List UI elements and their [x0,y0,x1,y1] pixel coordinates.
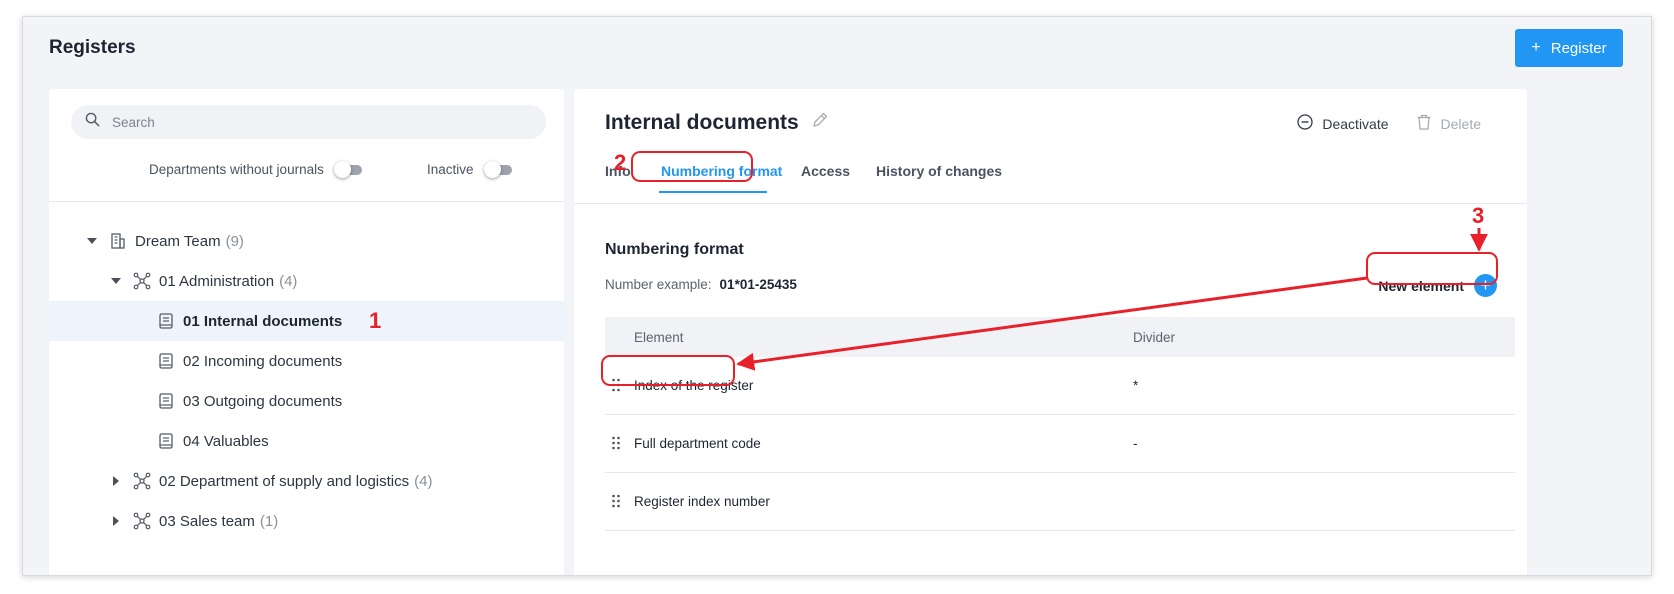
journal-icon [157,312,175,330]
annotation-marker-3: 3 [1472,203,1485,228]
registers-sidebar: Departments without journals Inactive Dr… [49,89,564,575]
tree-item-incoming-documents[interactable]: 02 Incoming documents [49,341,564,381]
sidebar-divider [49,201,564,202]
table-header: Element Divider [605,317,1515,357]
hierarchy-icon [133,472,151,490]
annotation-marker-2: 2 [614,150,627,175]
search-box[interactable] [71,105,546,139]
add-register-label: Register [1550,39,1607,57]
tab-numbering-format[interactable]: Numbering format [661,163,782,179]
tree-item-label: 01 Internal documents [183,312,343,330]
tabs-divider [574,203,1527,204]
add-register-button[interactable]: + Register [1515,29,1623,67]
pencil-icon[interactable] [811,111,829,135]
number-example-value: 01*01-25435 [719,277,797,292]
delete-button[interactable]: Delete [1415,113,1481,134]
caret-right-icon[interactable] [113,476,119,486]
caret-right-icon[interactable] [113,516,119,526]
plus-icon: + [1531,39,1541,56]
new-element-label: New element [1378,277,1464,294]
active-tab-indicator [659,191,767,193]
register-actions: Deactivate Delete [1296,113,1481,134]
drag-handle-icon[interactable] [611,436,621,450]
journal-icon [157,392,175,410]
tree-item-count: (1) [259,512,279,530]
journal-icon [157,432,175,450]
deactivate-label: Deactivate [1322,115,1389,132]
drag-handle-icon[interactable] [611,378,621,392]
tree-item-valuables[interactable]: 04 Valuables [49,421,564,461]
cell-element: Full department code [634,436,761,451]
tree-item-count: (4) [414,472,433,490]
cell-divider: * [1133,378,1139,393]
caret-down-icon[interactable] [111,278,121,284]
number-example: Number example: 01*01-25435 [605,277,797,292]
search-icon [85,112,100,132]
toggle-inactive[interactable]: Inactive [427,161,514,178]
cell-element: Register index number [634,494,770,509]
tab-access[interactable]: Access [801,163,850,179]
hierarchy-icon [133,512,151,530]
cell-element: Index of the register [634,378,754,393]
caret-down-icon[interactable] [87,238,97,244]
tree-item-count: (9) [225,232,244,250]
new-element-button[interactable]: New element + [1378,274,1497,297]
numbering-format-table: Element Divider Index of the register * … [605,317,1515,531]
tree-item-label: 03 Outgoing documents [183,392,343,410]
journal-icon [157,352,175,370]
minus-circle-icon [1296,113,1314,134]
column-header-divider: Divider [1133,329,1176,345]
register-title-text: Internal documents [605,111,799,134]
tree-item-sales-team[interactable]: 03 Sales team (1) [49,501,564,541]
tree-item-label: 02 Department of supply and logistics [159,472,410,490]
toggle-departments-label: Departments without journals [149,161,324,177]
table-row[interactable]: Register index number [605,473,1515,531]
tree-item-label: 04 Valuables [183,432,269,450]
page-title: Registers [49,37,136,58]
tree-item-dream-team[interactable]: Dream Team (9) [49,221,564,261]
registers-window: Registers + Register Departments without… [22,16,1652,576]
trash-icon [1415,113,1433,134]
register-title: Internal documents [605,111,829,135]
delete-label: Delete [1440,115,1481,132]
toggle-inactive-switch[interactable] [483,161,514,178]
drag-handle-icon[interactable] [611,494,621,508]
annotation-marker-1: 1 [369,308,382,333]
tab-history-of-changes[interactable]: History of changes [876,163,1002,179]
table-row[interactable]: Full department code - [605,415,1515,473]
filter-toggles: Departments without journals Inactive [49,161,564,181]
tree-item-outgoing-documents[interactable]: 03 Outgoing documents [49,381,564,421]
tree-item-label: 02 Incoming documents [183,352,343,370]
tree-item-administration[interactable]: 01 Administration (4) [49,261,564,301]
tree-item-internal-documents[interactable]: 01 Internal documents 1 [49,301,564,341]
hierarchy-icon [133,272,151,290]
tree-item-supply-logistics[interactable]: 02 Department of supply and logistics (4… [49,461,564,501]
column-header-element: Element [634,329,684,345]
cell-divider: - [1133,436,1138,451]
section-title: Numbering format [605,241,744,258]
tree-item-label: Dream Team [135,232,221,250]
building-icon [109,232,127,250]
tree-item-count: (4) [279,272,298,290]
search-input[interactable] [112,114,512,130]
tree-item-label: 03 Sales team [159,512,255,530]
toggle-departments-without-journals[interactable]: Departments without journals [149,161,364,178]
plus-circle-icon[interactable]: + [1474,274,1497,297]
toggle-departments-switch[interactable] [333,161,364,178]
number-example-label: Number example: [605,277,712,292]
deactivate-button[interactable]: Deactivate [1296,113,1389,134]
table-row[interactable]: Index of the register * [605,357,1515,415]
tree-item-label: 01 Administration [159,272,275,290]
register-details: Internal documents Deactivate Delete Inf… [574,89,1527,575]
toggle-inactive-label: Inactive [427,161,474,177]
